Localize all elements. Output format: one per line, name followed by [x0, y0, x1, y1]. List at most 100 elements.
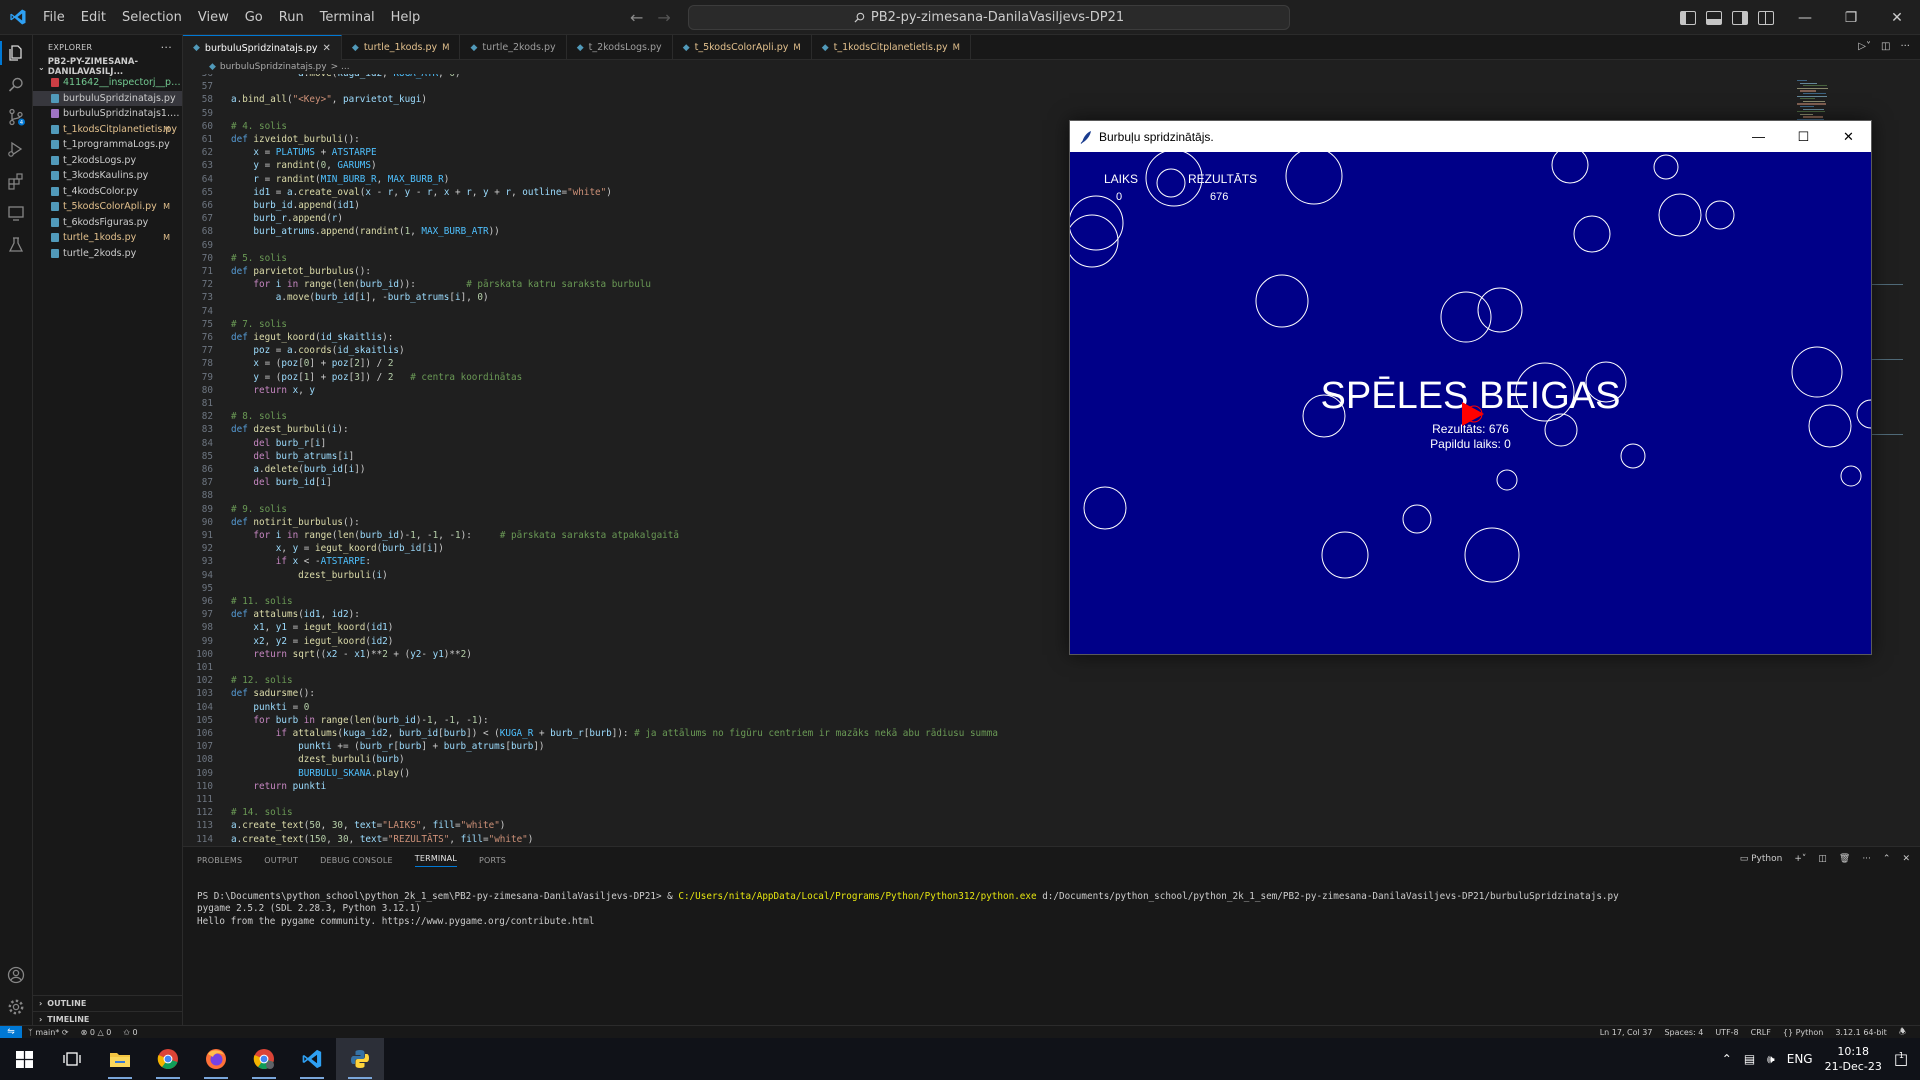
- editor-tab[interactable]: ◆ t_1kodsCitplanetietis.py M: [812, 35, 972, 60]
- close-icon[interactable]: ✕: [1826, 121, 1871, 152]
- code-line[interactable]: 109 BURBULU_SKANA.play(): [183, 767, 1795, 780]
- code-line[interactable]: 102 # 12. solis: [183, 674, 1795, 687]
- settings-gear-icon[interactable]: [6, 997, 26, 1017]
- chrome-profile-button[interactable]: [240, 1038, 288, 1080]
- toggle-secondary-sidebar-icon[interactable]: [1732, 10, 1748, 25]
- minimize-icon[interactable]: —: [1782, 0, 1828, 35]
- file-item[interactable]: t_1kodsCitplanetietis.py M: [33, 122, 182, 138]
- cursor-position[interactable]: Ln 17, Col 37: [1594, 1028, 1659, 1037]
- menu-view[interactable]: View: [190, 0, 237, 35]
- terminal-shell-label[interactable]: ▭ Python: [1740, 854, 1783, 864]
- remote-icon[interactable]: ⇋: [0, 1025, 22, 1039]
- command-center-search[interactable]: PB2-py-zimesana-DanilaVasiljevs-DP21: [688, 5, 1290, 30]
- terminal-output[interactable]: PS D:\Documents\python_school\python_2k_…: [197, 891, 1619, 928]
- code-line[interactable]: 57: [183, 80, 1795, 93]
- start-button[interactable]: [0, 1038, 48, 1080]
- tab-debug-console[interactable]: DEBUG CONSOLE: [320, 856, 393, 865]
- indentation[interactable]: Spaces: 4: [1658, 1028, 1709, 1037]
- file-item[interactable]: t_1programmaLogs.py: [33, 137, 182, 153]
- code-line[interactable]: 58 a.bind_all("<Key>", parvietot_kugi): [183, 93, 1795, 106]
- run-debug-icon[interactable]: [6, 139, 26, 159]
- back-arrow-icon[interactable]: ←: [630, 8, 643, 27]
- code-line[interactable]: 111: [183, 793, 1795, 806]
- notification-center-icon[interactable]: □ 1: [1894, 1050, 1908, 1068]
- code-line[interactable]: 113 a.create_text(50, 30, text="LAIKS", f…: [183, 819, 1795, 832]
- tab-problems[interactable]: PROBLEMS: [197, 856, 242, 865]
- editor-tab[interactable]: ◆ t_5kodsColorApli.py M: [673, 35, 812, 60]
- tab-ports[interactable]: PORTS: [479, 856, 506, 865]
- editor-tab[interactable]: ◆ turtle_1kods.py M: [342, 35, 461, 60]
- customize-layout-icon[interactable]: [1758, 10, 1774, 25]
- code-line[interactable]: 105 for burb in range(len(burb_id)-1, -1…: [183, 714, 1795, 727]
- split-terminal-icon[interactable]: ◫: [1818, 854, 1827, 864]
- menu-run[interactable]: Run: [271, 0, 312, 35]
- workspace-folder[interactable]: ⌄ PB2-PY-ZIMESANA-DANILAVASILJ...: [33, 57, 182, 77]
- ports-indicator[interactable]: ✩ 0: [117, 1028, 143, 1037]
- input-language[interactable]: ENG: [1787, 1052, 1813, 1066]
- menu-help[interactable]: Help: [383, 0, 429, 35]
- extensions-icon[interactable]: [6, 171, 26, 191]
- clock[interactable]: 10:18 21-Dec-23: [1825, 1044, 1882, 1074]
- breadcrumb-file[interactable]: burbuluSpridzinatajs.py: [220, 62, 327, 72]
- code-line[interactable]: 103 def sadursme():: [183, 687, 1795, 700]
- maximize-panel-icon[interactable]: ⌃: [1883, 854, 1891, 864]
- menu-edit[interactable]: Edit: [73, 0, 114, 35]
- forward-arrow-icon[interactable]: →: [657, 8, 670, 27]
- outline-section[interactable]: › OUTLINE: [33, 995, 182, 1011]
- file-item[interactable]: t_3kodsKaulins.py: [33, 168, 182, 184]
- new-terminal-icon[interactable]: +˅: [1794, 854, 1806, 864]
- menu-file[interactable]: File: [35, 0, 73, 35]
- close-panel-icon[interactable]: ✕: [1902, 854, 1910, 864]
- python-interpreter[interactable]: 3.12.1 64-bit: [1829, 1028, 1893, 1037]
- vscode-button[interactable]: [288, 1038, 336, 1080]
- close-icon[interactable]: ✕: [1874, 0, 1920, 35]
- explorer-icon[interactable]: [6, 43, 26, 63]
- encoding[interactable]: UTF-8: [1709, 1028, 1744, 1037]
- breadcrumb-rest[interactable]: > ...: [331, 62, 350, 72]
- problems-indicator[interactable]: ⊗ 0 △ 0: [75, 1028, 118, 1037]
- close-tab-icon[interactable]: ✕: [323, 43, 331, 54]
- toggle-primary-sidebar-icon[interactable]: [1680, 10, 1696, 25]
- network-icon[interactable]: ▤: [1744, 1052, 1755, 1066]
- toggle-panel-icon[interactable]: [1706, 10, 1722, 25]
- firefox-button[interactable]: [192, 1038, 240, 1080]
- code-line[interactable]: 59: [183, 107, 1795, 120]
- volume-icon[interactable]: 🕪: [1767, 1052, 1775, 1067]
- line-endings[interactable]: CRLF: [1745, 1028, 1777, 1037]
- menu-selection[interactable]: Selection: [114, 0, 190, 35]
- chrome-button[interactable]: [144, 1038, 192, 1080]
- file-item[interactable]: 411642__inspectorj__pop-hig...: [33, 75, 182, 91]
- code-line[interactable]: 101: [183, 661, 1795, 674]
- file-item[interactable]: t_5kodsColorApli.py M: [33, 199, 182, 215]
- file-item[interactable]: turtle_2kods.py: [33, 246, 182, 262]
- tab-output[interactable]: OUTPUT: [264, 856, 298, 865]
- file-item[interactable]: t_4kodsColor.py: [33, 184, 182, 200]
- code-line[interactable]: 106 if attalums(kuga_id2, burb_id[burb])…: [183, 727, 1795, 740]
- editor-tab[interactable]: ◆ turtle_2kods.py: [460, 35, 567, 60]
- more-actions-icon[interactable]: ···: [161, 41, 172, 54]
- language-mode[interactable]: {} Python: [1777, 1028, 1829, 1037]
- branch-indicator[interactable]: ᛉ main* ⟳: [22, 1028, 75, 1037]
- editor-tab[interactable]: ◆ burbuluSpridzinatajs.py ✕: [183, 35, 342, 60]
- file-item[interactable]: burbuluSpridzinatajs.py: [33, 90, 182, 106]
- source-control-icon[interactable]: 4: [6, 107, 26, 127]
- game-canvas[interactable]: LAIKS 0 REZULTĀTS 676 SPĒLES BEIGAS Rezu…: [1070, 152, 1871, 654]
- chevron-up-icon[interactable]: ⌃: [1722, 1052, 1732, 1066]
- file-item[interactable]: burbuluSpridzinatajs1.PNG: [33, 106, 182, 122]
- python-game-button[interactable]: [336, 1038, 384, 1080]
- task-view-button[interactable]: [48, 1038, 96, 1080]
- file-item[interactable]: t_2kodsLogs.py: [33, 153, 182, 169]
- game-window-titlebar[interactable]: Burbuļu spridzinātājs. — ☐ ✕: [1070, 121, 1871, 152]
- code-line[interactable]: 114 a.create_text(150, 30, text="REZULTĀT…: [183, 833, 1795, 846]
- testing-icon[interactable]: [6, 235, 26, 255]
- menu-terminal[interactable]: Terminal: [312, 0, 383, 35]
- file-item[interactable]: t_6kodsFiguras.py: [33, 215, 182, 231]
- more-actions-icon[interactable]: ···: [1862, 854, 1871, 864]
- tab-terminal[interactable]: TERMINAL: [414, 854, 458, 867]
- editor-tab[interactable]: ◆ t_2kodsLogs.py: [567, 35, 673, 60]
- trash-icon[interactable]: 🗑: [1839, 854, 1850, 864]
- code-line[interactable]: 110 return punkti: [183, 780, 1795, 793]
- code-line[interactable]: 108 dzest_burbuli(burb): [183, 753, 1795, 766]
- file-explorer-button[interactable]: [96, 1038, 144, 1080]
- search-icon[interactable]: [6, 75, 26, 95]
